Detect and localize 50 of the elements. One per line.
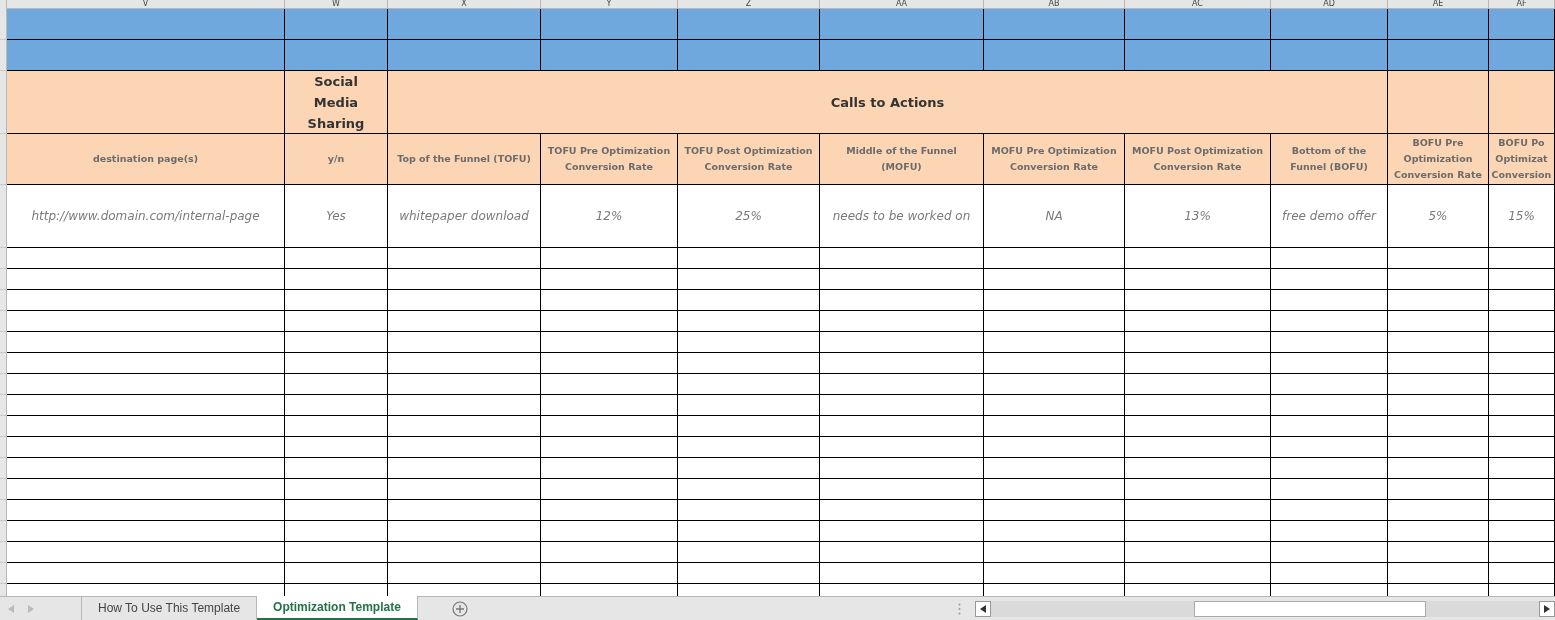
table-cell: NA — [984, 185, 1125, 248]
column-header-cell: TOFU Pre Optimization Conversion Rate — [541, 134, 678, 185]
table-cell: 15% — [1489, 185, 1555, 248]
column-header[interactable]: AB — [984, 0, 1125, 9]
scroll-right-button[interactable] — [1539, 600, 1555, 617]
scroll-left-icon[interactable] — [8, 604, 14, 613]
column-header[interactable]: AE — [1388, 0, 1489, 9]
column-header-cell: Bottom of the Funnel (BOFU) — [1271, 134, 1388, 185]
column-header[interactable]: W — [285, 0, 388, 9]
table-cell: 25% — [678, 185, 820, 248]
column-header-cell: MOFU Pre Optimization Conversion Rate — [984, 134, 1125, 185]
caret-left-icon[interactable] — [979, 604, 986, 613]
scroll-right-icon[interactable] — [28, 604, 34, 613]
scrollbar-thumb[interactable] — [1193, 600, 1426, 617]
column-header[interactable]: AC — [1125, 0, 1271, 9]
column-header-cell: TOFU Post Optimization Conversion Rate — [678, 134, 820, 185]
splitter-dots-icon[interactable] — [957, 602, 961, 615]
column-header-cell: y/n — [285, 134, 388, 185]
table-cell: free demo offer — [1271, 185, 1388, 248]
column-header-cell: BOFU Pre Optimization Conversion Rate — [1388, 134, 1489, 185]
column-header[interactable]: Y — [541, 0, 678, 9]
table-cell: 13% — [1125, 185, 1271, 248]
column-header[interactable]: V — [7, 0, 285, 9]
table-cell: Yes — [285, 185, 388, 248]
add-sheet-icon[interactable] — [451, 600, 468, 617]
column-header[interactable]: AF — [1489, 0, 1555, 9]
horizontal-scrollbar[interactable] — [990, 600, 1539, 617]
header-band-cell — [1489, 71, 1555, 134]
column-header-cell: Top of the Funnel (TOFU) — [388, 134, 541, 185]
column-header-cell: Middle of the Funnel (MOFU) — [820, 134, 984, 185]
column-header[interactable]: AA — [820, 0, 984, 9]
column-header-cell: BOFU Po Optimizat Conversion — [1489, 134, 1555, 185]
header-band-cell — [1489, 40, 1555, 71]
column-header-cell: destination page(s) — [7, 134, 285, 185]
caret-right-icon[interactable] — [1544, 604, 1550, 613]
column-header[interactable]: Z — [678, 0, 820, 9]
header-band-cell — [1489, 9, 1555, 40]
table-cell: 12% — [541, 185, 678, 248]
group-header-cell: Social Media Sharing — [285, 71, 388, 134]
select-all-corner[interactable] — [0, 0, 7, 9]
group-header-cell: Calls to Actions — [388, 71, 1388, 134]
table-cell: whitepaper download — [388, 185, 541, 248]
column-header[interactable]: AD — [1271, 0, 1388, 9]
table-cell: http://www.domain.com/internal-page — [7, 185, 285, 248]
table-cell: 5% — [1388, 185, 1489, 248]
sheet-tab[interactable]: Optimization Template — [257, 596, 418, 620]
column-header[interactable]: X — [388, 0, 541, 9]
scroll-left-button[interactable] — [974, 600, 991, 617]
table-cell: needs to be worked on — [820, 185, 984, 248]
column-header-cell: MOFU Post Optimization Conversion Rate — [1125, 134, 1271, 185]
